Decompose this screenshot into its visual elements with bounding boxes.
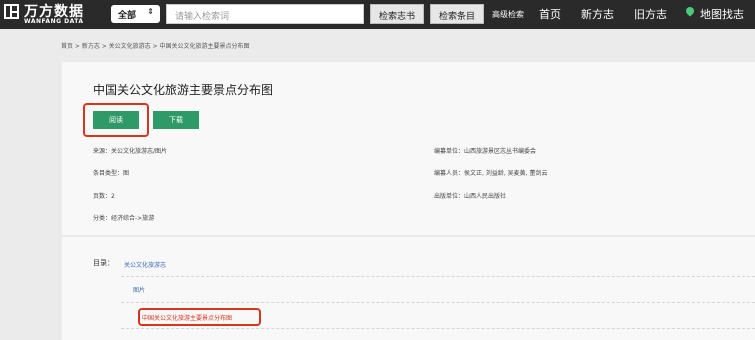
download-button[interactable]: 下载 [153,111,199,129]
top-navigation-bar: 万方数据 WANFANG DATA 全部 ⇕ 请输入检索词 检索志书 检索条目 … [0,0,755,29]
search-gazetteer-button[interactable]: 检索志书 [370,4,424,24]
meta-entry-type: 条目类型：图 [93,170,130,177]
nav-map-search[interactable]: 地图找志 [700,6,744,22]
toc-divider [121,276,755,277]
wanfang-logo[interactable]: 万方数据 WANFANG DATA [4,3,99,26]
logo-english-text: WANFANG DATA [24,18,84,25]
toc-section-link[interactable]: 图片 [133,285,145,294]
nav-home[interactable]: 首页 [539,6,561,22]
meta-source: 来源：关公文化旅游志/图片 [93,148,168,155]
read-button[interactable]: 阅读 [93,111,139,129]
search-input[interactable]: 请输入检索词 [166,4,364,24]
meta-compilers: 编纂人员：侯文正, 刘益龄, 吴麦黄, 董剑云 [434,170,548,177]
meta-compiler-unit: 编纂单位：山西旅游景区志丛书编委会 [434,148,537,155]
toc-label: 目录： [93,259,114,267]
page-title: 中国关公文化旅游主要景点分布图 [93,83,274,97]
advanced-search-link[interactable]: 高级检索 [492,9,524,20]
breadcrumb[interactable]: 首页 > 新方志 > 关公文化旅游志 > 中国关公文化旅游主要景点分布图 [61,41,250,50]
map-pin-icon [684,5,696,17]
nav-new-gazetteer[interactable]: 新方志 [581,6,614,22]
toc-divider [121,302,755,303]
meta-category: 分类：经济综合->旅游 [93,215,155,222]
meta-pages: 页数：2 [93,193,115,200]
meta-publisher: 出版单位：山西人民出版社 [434,193,507,200]
select-arrows-icon: ⇕ [147,7,154,16]
wanfang-logo-icon [4,4,19,19]
toc-book-link[interactable]: 关公文化旅游志 [124,260,166,269]
toc-current-entry[interactable]: 中国关公文化旅游主要景点分布图 [142,313,232,322]
search-entry-button[interactable]: 检索条目 [430,4,484,24]
nav-old-gazetteer[interactable]: 旧方志 [634,6,667,22]
search-scope-select[interactable]: 全部 ⇕ [111,5,160,23]
search-scope-value: 全部 [118,11,137,21]
toc-divider [121,328,755,329]
